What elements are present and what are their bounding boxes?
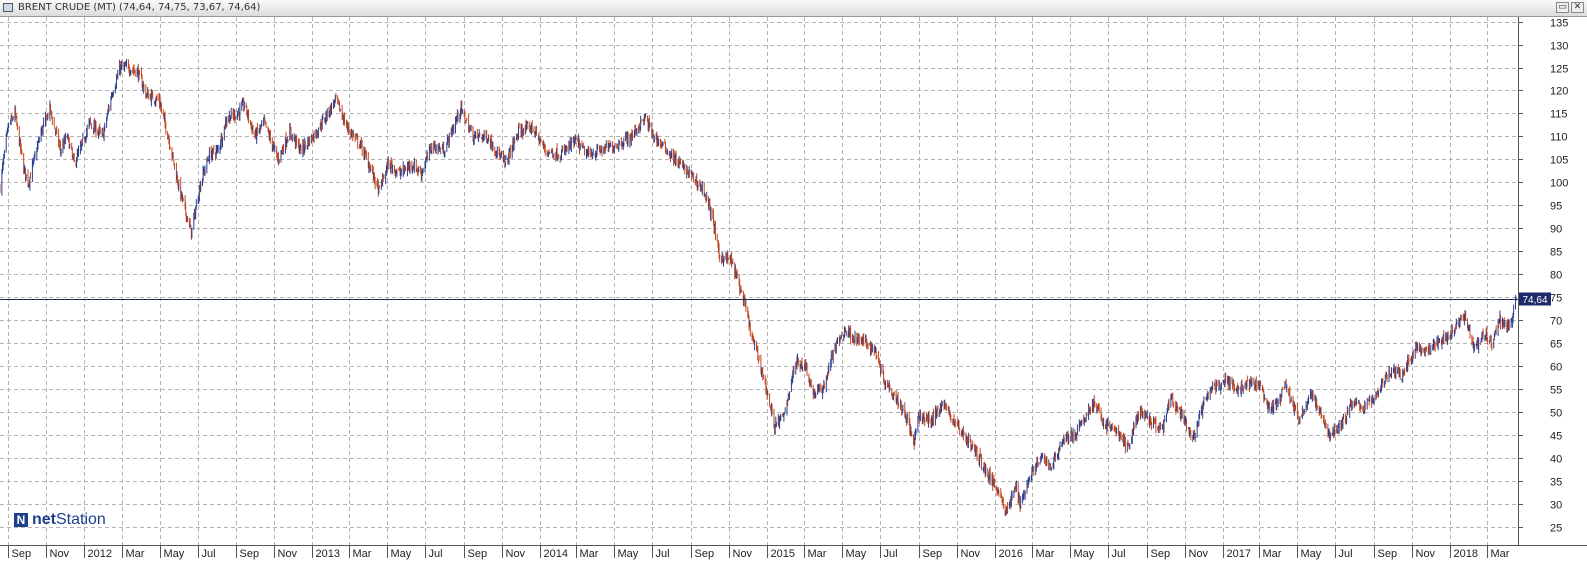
x-tick-label: 2018 bbox=[1454, 548, 1478, 560]
last-price-badge: 74,64 bbox=[1519, 292, 1551, 306]
x-tick-label: Sep bbox=[695, 548, 715, 560]
x-tick-label: Sep bbox=[240, 548, 260, 560]
y-tick-label: 75 bbox=[1550, 293, 1562, 305]
x-tick-label: 2017 bbox=[1227, 548, 1251, 560]
y-tick-label: 60 bbox=[1550, 362, 1562, 374]
x-tick-label: 2015 bbox=[771, 548, 795, 560]
y-tick-label: 95 bbox=[1550, 201, 1562, 213]
logo-text: netStation bbox=[32, 511, 106, 528]
y-tick-label: 25 bbox=[1550, 523, 1562, 535]
x-tick-label: Jul bbox=[884, 548, 898, 560]
x-tick-label: 2012 bbox=[88, 548, 112, 560]
x-tick-label: Jul bbox=[1339, 548, 1353, 560]
x-tick-label: Jul bbox=[656, 548, 670, 560]
x-tick-label: Mar bbox=[126, 548, 145, 560]
x-tick-label: Mar bbox=[1491, 548, 1510, 560]
y-tick-label: 90 bbox=[1550, 224, 1562, 236]
y-tick-label: 65 bbox=[1550, 339, 1562, 351]
x-tick-label: Jul bbox=[202, 548, 216, 560]
x-axis: Sep Nov 2012 Mar May Jul Sep Nov 2013 Mar May Jul Se… bbox=[8, 545, 1510, 560]
window-icon bbox=[3, 3, 13, 12]
plot-area bbox=[0, 17, 1518, 545]
y-tick-label: 40 bbox=[1550, 454, 1562, 466]
y-tick-label: 130 bbox=[1550, 41, 1568, 53]
x-tick-label: 2016 bbox=[999, 548, 1023, 560]
y-tick-label: 45 bbox=[1550, 431, 1562, 443]
window-title-bar[interactable]: BRENT CRUDE (MT) (74,64, 74,75, 73,67, 7… bbox=[0, 0, 1587, 17]
x-tick-label: Sep bbox=[1151, 548, 1171, 560]
x-tick-label: Jul bbox=[1112, 548, 1126, 560]
x-tick-label: Sep bbox=[923, 548, 943, 560]
x-tick-label: Nov bbox=[278, 548, 298, 560]
x-tick-label: Nov bbox=[1189, 548, 1209, 560]
close-button[interactable]: ✕ bbox=[1571, 2, 1584, 13]
x-tick-label: Nov bbox=[506, 548, 526, 560]
x-tick-label: May bbox=[846, 548, 867, 560]
x-tick-label: Nov bbox=[733, 548, 753, 560]
x-tick-label: Sep bbox=[12, 548, 32, 560]
x-tick-label: Mar bbox=[580, 548, 599, 560]
y-tick-label: 30 bbox=[1550, 500, 1562, 512]
x-tick-label: May bbox=[164, 548, 185, 560]
x-tick-label: May bbox=[391, 548, 412, 560]
y-tick-label: 110 bbox=[1550, 132, 1568, 144]
x-tick-label: 2013 bbox=[316, 548, 340, 560]
netstation-logo-icon bbox=[14, 513, 28, 527]
x-tick-label: Mar bbox=[808, 548, 827, 560]
window-title: BRENT CRUDE (MT) (74,64, 74,75, 73,67, 7… bbox=[18, 2, 261, 13]
x-tick-label: Mar bbox=[1036, 548, 1055, 560]
y-tick-label: 70 bbox=[1550, 316, 1562, 328]
x-tick-label: Sep bbox=[468, 548, 488, 560]
y-tick-label: 125 bbox=[1550, 64, 1568, 76]
x-tick-label: May bbox=[1301, 548, 1322, 560]
x-tick-label: Sep bbox=[1378, 548, 1398, 560]
y-axis: 25 30 35 40 45 50 55 60 65 70 75 80 85 90 95 100 105 110 1… bbox=[1518, 18, 1568, 535]
y-tick-label: 105 bbox=[1550, 155, 1568, 167]
y-tick-label: 135 bbox=[1550, 18, 1568, 30]
y-tick-label: 50 bbox=[1550, 408, 1562, 420]
price-chart[interactable]: 25 30 35 40 45 50 55 60 65 70 75 80 85 90 95 100 105 110 1… bbox=[0, 17, 1587, 570]
y-tick-label: 100 bbox=[1550, 178, 1568, 190]
x-tick-label: Nov bbox=[961, 548, 981, 560]
x-tick-label: Jul bbox=[429, 548, 443, 560]
y-tick-label: 85 bbox=[1550, 247, 1562, 259]
y-tick-label: 80 bbox=[1550, 270, 1562, 282]
y-tick-label: 35 bbox=[1550, 477, 1562, 489]
x-tick-label: May bbox=[618, 548, 639, 560]
x-tick-label: Mar bbox=[1263, 548, 1282, 560]
y-tick-label: 115 bbox=[1550, 109, 1568, 121]
x-tick-label: Nov bbox=[1416, 548, 1436, 560]
y-tick-label: 55 bbox=[1550, 385, 1562, 397]
restore-button[interactable]: ▭ bbox=[1556, 2, 1569, 13]
x-tick-label: Nov bbox=[50, 548, 70, 560]
chart-window: BRENT CRUDE (MT) (74,64, 74,75, 73,67, 7… bbox=[0, 0, 1587, 570]
x-tick-label: May bbox=[1074, 548, 1095, 560]
x-tick-label: Mar bbox=[353, 548, 372, 560]
x-tick-label: 2014 bbox=[544, 548, 568, 560]
last-price-label: 74,64 bbox=[1522, 295, 1547, 306]
y-tick-label: 120 bbox=[1550, 86, 1568, 98]
